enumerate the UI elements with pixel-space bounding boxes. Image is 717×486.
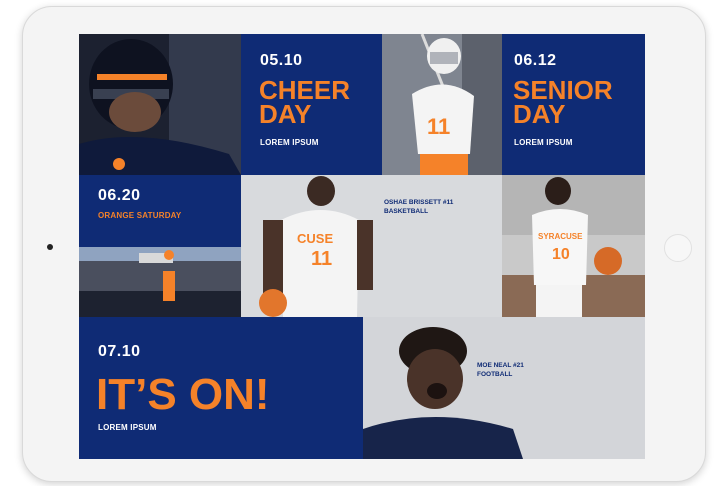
basketball-caption-sport: BASKETBALL <box>384 208 429 215</box>
home-button[interactable] <box>664 234 692 262</box>
lacrosse-player-illustration: 11 <box>382 34 502 175</box>
womens-basketball-ball-icon <box>594 247 622 275</box>
arena-dunk-illustration <box>79 247 241 317</box>
basketball-jersey-number: 11 <box>311 248 332 270</box>
cheer-day-subtitle: LOREM IPSUM <box>260 138 319 147</box>
football-caption-sport: FOOTBALL <box>477 371 513 378</box>
tile-senior-day[interactable]: 06.12 SENIOR DAY LOREM IPSUM <box>502 34 645 175</box>
senior-day-subtitle: LOREM IPSUM <box>514 138 573 147</box>
cheer-day-date: 05.10 <box>260 52 303 69</box>
senior-day-date: 06.12 <box>514 52 557 69</box>
football-player-illustration <box>363 317 645 459</box>
photo-oshae-brissett: CUSE 11 OSHAE BRISSETT #11 BASKETBALL <box>241 175 502 317</box>
football-helmet-illustration <box>79 34 241 175</box>
camera-icon <box>47 244 53 250</box>
tablet-screen: 05.10 CHEER DAY LOREM IPSUM 11 06.12 SEN… <box>79 34 645 459</box>
tile-its-on[interactable]: 07.10 IT’S ON! LOREM IPSUM <box>79 317 363 459</box>
senior-day-title-line2: DAY <box>513 99 566 129</box>
lacrosse-jersey-number: 11 <box>427 114 450 139</box>
womens-jersey-number: 10 <box>552 246 570 263</box>
photo-moe-neal: MOE NEAL #21 FOOTBALL <box>363 317 645 459</box>
orange-saturday-subtitle: ORANGE SATURDAY <box>98 211 182 220</box>
its-on-title: IT’S ON! <box>96 370 270 419</box>
womens-basketball-illustration: SYRACUSE 10 <box>502 175 645 317</box>
orange-saturday-date: 06.20 <box>98 187 141 204</box>
its-on-date: 07.10 <box>98 343 141 360</box>
its-on-subtitle: LOREM IPSUM <box>98 423 157 432</box>
photo-football-helmet <box>79 34 241 175</box>
basketball-caption-name: OSHAE BRISSETT #11 <box>384 199 454 206</box>
photo-womens-basketball: SYRACUSE 10 <box>502 175 645 317</box>
basketball-icon <box>259 289 287 317</box>
tile-orange-saturday[interactable]: 06.20 ORANGE SATURDAY <box>79 175 241 247</box>
cheer-day-title-line2: DAY <box>259 99 312 129</box>
basketball-player-illustration: CUSE 11 <box>241 175 502 317</box>
photo-arena-dunk <box>79 247 241 317</box>
basketball-jersey-wordmark: CUSE <box>297 231 333 246</box>
tile-cheer-day[interactable]: 05.10 CHEER DAY LOREM IPSUM <box>241 34 382 175</box>
womens-jersey-wordmark: SYRACUSE <box>538 232 583 241</box>
football-caption-name: MOE NEAL #21 <box>477 362 524 369</box>
photo-lacrosse-player: 11 <box>382 34 502 175</box>
